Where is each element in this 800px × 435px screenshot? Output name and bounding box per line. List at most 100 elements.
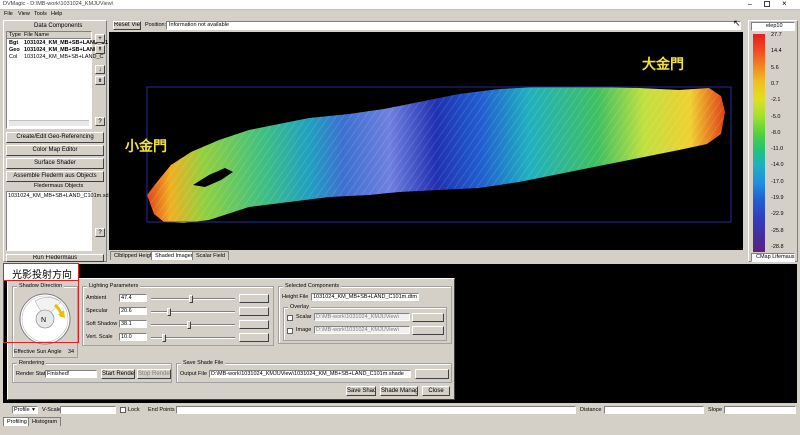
color-map-editor-button[interactable]: Color Map Editor: [6, 145, 104, 156]
lighting-param-button[interactable]: [239, 333, 269, 342]
lighting-param-button[interactable]: [239, 294, 269, 303]
image-checkbox[interactable]: [287, 328, 293, 334]
menu-tools[interactable]: Tools: [34, 11, 47, 18]
position-label: Position:: [145, 22, 167, 28]
create-georef-button[interactable]: Create/Edit Geo-Referencing: [6, 132, 104, 143]
table-row[interactable]: Geo 1031024_KM_MB+SB+LAND_C: [7, 47, 105, 54]
close-button[interactable]: Close: [422, 386, 450, 396]
chevron-down-icon: ▼: [31, 407, 36, 413]
menu-view[interactable]: View: [18, 11, 30, 18]
output-file-field[interactable]: D:\MB-work\1031024_KMJUView\1031024_KM_M…: [209, 370, 411, 378]
save-shade-button[interactable]: Save Shade: [346, 386, 376, 396]
scalar-value: D:\MB-work\1031024_KMJUView\: [316, 314, 400, 320]
run-fledermaus-button[interactable]: Run Fledermaus: [6, 254, 104, 262]
lighting-param-value: 20.6: [121, 308, 132, 314]
image-browse-button[interactable]: [412, 326, 444, 335]
lighting-param-slider[interactable]: [151, 308, 235, 316]
selected-components-group: Selected Components Height File 1031024_…: [278, 283, 452, 344]
minimize-icon[interactable]: –: [748, 1, 752, 8]
close-icon[interactable]: ×: [782, 0, 787, 8]
lighting-param-row: Ambient 47.4: [83, 293, 273, 305]
help-button-data[interactable]: ?: [95, 117, 105, 126]
surface-shader-button[interactable]: Surface Shader: [6, 158, 104, 169]
cursor-icon[interactable]: ↖: [733, 19, 741, 28]
label-big-kinmen: 大金門: [642, 57, 684, 73]
output-file-label: Output File: [180, 371, 207, 377]
list-item[interactable]: 1031024_KM_MB+SB+LAND_C101m.sd: [8, 193, 109, 200]
reset-view-button[interactable]: Reset View: [113, 21, 141, 30]
data-components-list[interactable]: Type File Name Bgt 1031024_KM_MB+SB+LAND…: [6, 31, 108, 129]
lighting-param-slider[interactable]: [151, 295, 235, 303]
assemble-objects-button[interactable]: Assemble Flederm aus Objects: [6, 171, 104, 182]
colorbar-tick-label: -19.9: [771, 195, 784, 202]
seafloor-texture: [147, 87, 725, 223]
stop-rendering-button[interactable]: Stop Rendering: [137, 369, 171, 379]
lighting-param-button[interactable]: [239, 320, 269, 329]
rendering-group: Rendering Render Status Finished! Start …: [12, 360, 172, 383]
tab-scalar-field[interactable]: Scalar Field: [192, 251, 230, 260]
rendering-title: Rendering: [17, 360, 47, 367]
fledermaus-objects-list[interactable]: 1031024_KM_MB+SB+LAND_C101m.sd: [6, 191, 109, 251]
lighting-param-row: Vert. Scale 10.0: [83, 332, 273, 344]
colorbar-panel: elep10 27.7 14.4 5.6 0.7 -2.1 -5.0 -8.0 -11.0 -1…: [748, 20, 798, 262]
effective-sun-angle-value: 34: [68, 349, 75, 355]
lock-checkbox[interactable]: [120, 407, 126, 413]
help-button-objects[interactable]: ?: [95, 228, 105, 237]
tab-histogram[interactable]: Histogram: [28, 417, 62, 426]
endpoints-field[interactable]: [176, 406, 576, 414]
lighting-param-label: Soft Shadow: [86, 321, 118, 327]
slider-thumb[interactable]: [167, 308, 171, 316]
move-up-fast-button[interactable]: ↟: [95, 45, 105, 54]
distance-field[interactable]: [604, 406, 704, 414]
col-type: Type: [9, 32, 21, 38]
lighting-parameters-group: Lighting Parameters Ambient 47.4 Specular 2…: [82, 283, 274, 346]
lighting-param-slider[interactable]: [151, 334, 235, 342]
slider-thumb[interactable]: [188, 295, 193, 303]
menu-help[interactable]: Help: [51, 11, 62, 18]
lighting-param-row: Specular 20.6: [83, 306, 273, 318]
lighting-param-value: 38.1: [121, 321, 132, 327]
scalar-field[interactable]: D:\MB-work\1031024_KMJUView\: [314, 313, 410, 321]
colorbar-tick-label: -11.0: [771, 146, 784, 153]
lock-label: Lock: [128, 407, 140, 413]
maximize-icon[interactable]: [764, 1, 770, 7]
colorbar-tick-label: 14.4: [771, 48, 782, 55]
menu-file[interactable]: File: [4, 11, 13, 18]
scalar-browse-button[interactable]: [412, 313, 444, 322]
lighting-param-slider[interactable]: [151, 321, 235, 329]
lighting-param-label: Ambient: [86, 295, 107, 301]
tab-profiling[interactable]: Profiling: [3, 417, 31, 426]
table-row[interactable]: Col 1031024_KM_MB+SB+LAND_C: [7, 54, 104, 61]
save-shade-file-title: Save Shade File: [181, 360, 226, 367]
table-row[interactable]: Bgt 1031024_KM_MB+SB+LAND_C1: [7, 40, 108, 47]
slider-thumb[interactable]: [162, 334, 167, 342]
start-rendering-button[interactable]: Start Rendering: [101, 369, 135, 379]
lighting-param-field[interactable]: 38.1: [119, 320, 147, 328]
lighting-param-field[interactable]: 20.6: [119, 307, 147, 315]
lighting-param-field[interactable]: 10.0: [119, 333, 147, 341]
slope-field[interactable]: [724, 406, 796, 414]
lighting-param-field[interactable]: 47.4: [119, 294, 147, 302]
list-scrollbar[interactable]: [9, 120, 89, 126]
colorbar-tick-label: 27.7: [771, 32, 782, 38]
output-file-value: D:\MB-work\1031024_KMJUView\1031024_KM_M…: [211, 371, 404, 377]
position-field: Information not available: [166, 21, 741, 30]
profile-select[interactable]: Profile ▼: [12, 406, 38, 414]
lighting-param-button[interactable]: [239, 307, 269, 316]
row-file: 1031024_KM_MB+SB+LAND_C: [24, 47, 106, 53]
fledermaus-objects-title: Fledermaus Objects: [34, 183, 84, 189]
move-down-button[interactable]: ↓: [95, 65, 105, 74]
move-up-button[interactable]: +: [95, 34, 105, 43]
image-field[interactable]: D:\MB-work\1031024_KMJUView\: [314, 326, 410, 334]
scalar-checkbox[interactable]: [287, 315, 293, 321]
3d-viewer[interactable]: 大金門 小金門: [109, 32, 743, 250]
left-panel: Data Components Type File Name Bgt 10310…: [3, 20, 109, 262]
height-file-field[interactable]: 1031024_KM_MB+SB+LAND_C101m.dtm: [311, 293, 419, 301]
save-shade-file-group: Save Shade File Output File D:\MB-work\1…: [176, 360, 452, 383]
output-browse-button[interactable]: [415, 369, 449, 379]
slider-thumb[interactable]: [187, 321, 191, 329]
vscale-field[interactable]: [60, 406, 116, 414]
shade-manager-button[interactable]: Shade Manager...: [380, 386, 418, 396]
move-down-fast-button[interactable]: ↡: [95, 76, 105, 85]
colorbar-header: elep10: [751, 22, 795, 31]
